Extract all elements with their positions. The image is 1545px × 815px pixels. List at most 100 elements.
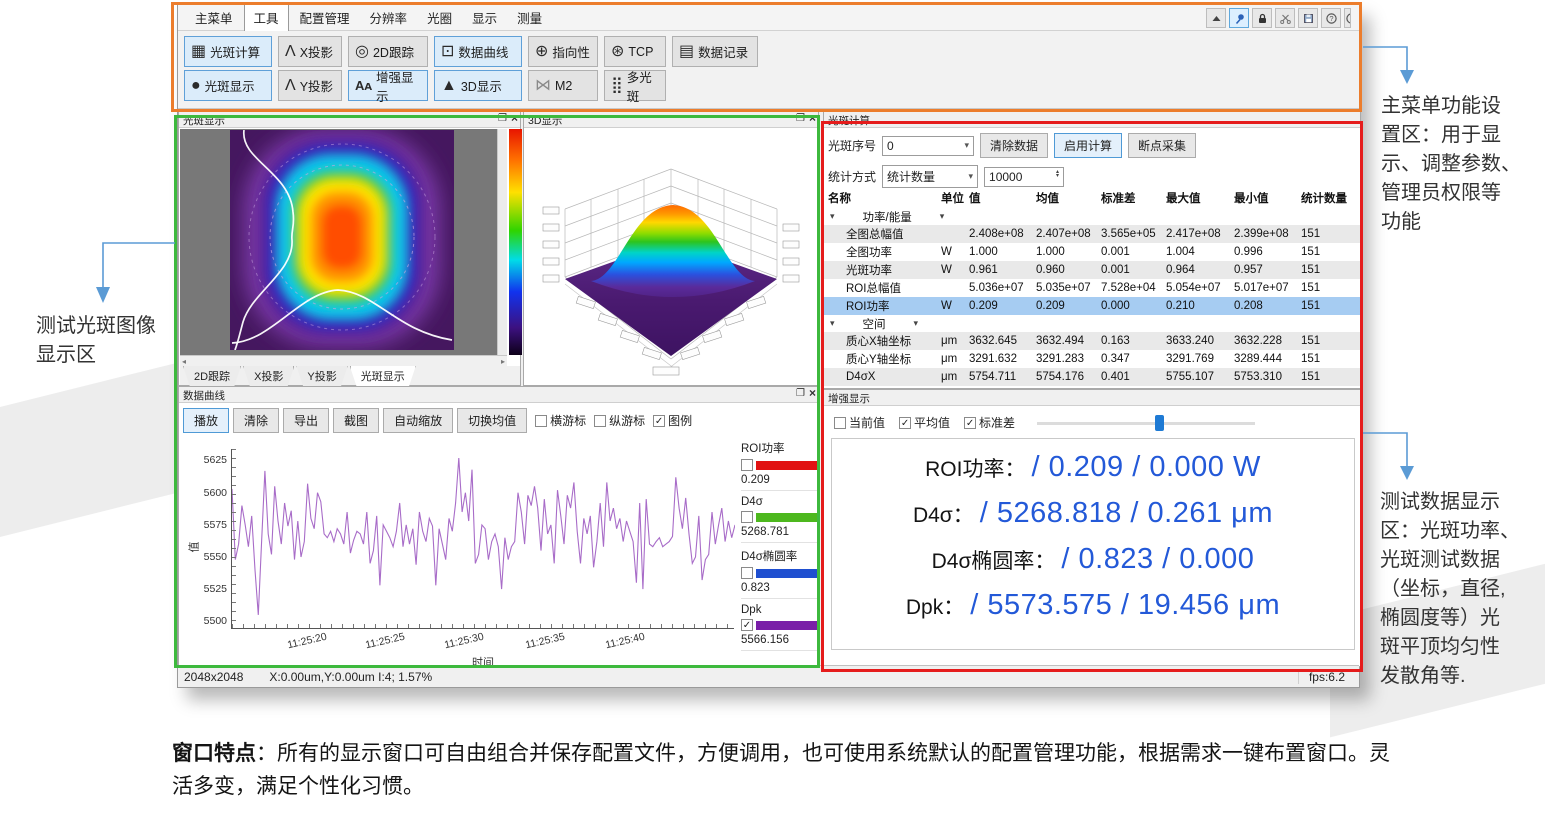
std-dev-checkbox[interactable]: 标准差 bbox=[964, 414, 1015, 431]
legend-color-bar bbox=[756, 513, 817, 522]
slider-handle[interactable] bbox=[1155, 415, 1164, 431]
toolbar-button-spot-calc[interactable]: ▦光斑计算 bbox=[184, 36, 272, 67]
export-button[interactable]: 导出 bbox=[283, 408, 329, 433]
toolbar-button-2d-track[interactable]: ◎2D跟踪 bbox=[348, 36, 428, 67]
menu-tools[interactable]: 工具 bbox=[244, 3, 289, 32]
horizontal-scrollbar[interactable]: ◂▸ bbox=[180, 355, 507, 366]
v-cursor-checkbox[interactable]: 纵游标 bbox=[594, 412, 645, 429]
enhanced-options: 当前值 平均值 标准差 bbox=[830, 414, 1255, 431]
checkbox-icon[interactable] bbox=[741, 619, 753, 631]
close-icon[interactable]: × bbox=[809, 113, 816, 125]
enable-calc-button[interactable]: 启用计算 bbox=[1054, 133, 1122, 158]
table-group-row[interactable]: ▾功率/能量▾ bbox=[824, 208, 1361, 225]
toolbar-button-x-projection[interactable]: ΛX投影 bbox=[278, 36, 342, 67]
toolbar-button-m2[interactable]: ⋈M2 bbox=[528, 70, 598, 101]
vertical-scrollbar[interactable] bbox=[497, 129, 507, 355]
seq-select[interactable]: 0▾ bbox=[882, 136, 974, 156]
table-row[interactable]: 光斑功率W0.9610.9600.0010.9640.957151 bbox=[824, 261, 1361, 279]
table-group-row[interactable]: ▾空间▾ bbox=[824, 315, 1361, 332]
stat-count-spinner[interactable]: 10000▴▾ bbox=[984, 167, 1064, 187]
menu-resolution[interactable]: 分辨率 bbox=[361, 4, 417, 31]
auto-zoom-button[interactable]: 自动缩放 bbox=[383, 408, 453, 433]
tab-x-projection[interactable]: X投影 bbox=[243, 366, 294, 387]
data-curve-icon: ⊡ bbox=[441, 44, 454, 60]
save-icon[interactable] bbox=[1298, 8, 1318, 28]
menu-display[interactable]: 显示 bbox=[463, 4, 506, 31]
toolbar-button-spot-display[interactable]: ●光斑显示 bbox=[184, 70, 272, 101]
fps-text: fps:6.2 bbox=[1298, 670, 1345, 684]
tab-y-projection[interactable]: Y投影 bbox=[296, 366, 347, 387]
data-curve-panel: 数据曲线 ❐× 播放 清除 导出 截图 自动缩放 切换均值 横游标 纵游标 图例… bbox=[178, 386, 819, 667]
table-row[interactable]: D4σXμm5754.7115754.1760.4015755.1075753.… bbox=[824, 368, 1361, 386]
collapse-icon[interactable] bbox=[1206, 8, 1226, 28]
toggle-mean-button[interactable]: 切换均值 bbox=[457, 408, 527, 433]
tab-spot-display[interactable]: 光斑显示 bbox=[350, 366, 416, 387]
checkbox-icon[interactable] bbox=[741, 459, 753, 471]
legend-checkbox[interactable]: 图例 bbox=[653, 412, 692, 429]
cut-icon[interactable] bbox=[1275, 8, 1295, 28]
menu-measure[interactable]: 测量 bbox=[508, 4, 551, 31]
toolbar-button-enhance-display[interactable]: Aᴀ增强显示 bbox=[348, 70, 428, 101]
toolbar-button-y-projection[interactable]: ΛY投影 bbox=[278, 70, 342, 101]
curve-legend: ROI功率 0.209 D4σ 5268.781 D4σ椭圆率 0.823 Dp… bbox=[741, 435, 817, 651]
float-icon[interactable]: ❐ bbox=[796, 388, 805, 400]
toolbar: ▦光斑计算 ΛX投影 ◎2D跟踪 ⊡数据曲线 ⊕指向性 ⊛TCP ▤数据记录 ●… bbox=[178, 31, 1359, 109]
toolbar-button-data-record[interactable]: ▤数据记录 bbox=[672, 36, 758, 67]
chevron-down-icon: ▾ bbox=[968, 171, 973, 182]
checkbox-icon[interactable] bbox=[964, 417, 976, 429]
breakpoint-capture-button[interactable]: 断点采集 bbox=[1128, 133, 1196, 158]
table-row[interactable]: 全图总幅值2.408e+082.407e+083.565e+052.417e+0… bbox=[824, 225, 1361, 243]
3d-plot-area[interactable] bbox=[525, 129, 818, 385]
menu-main[interactable]: 主菜单 bbox=[186, 4, 242, 31]
legend-d4sigma: D4σ 5268.781 bbox=[741, 491, 817, 543]
close-icon[interactable]: × bbox=[809, 388, 816, 400]
mean-value-checkbox[interactable]: 平均值 bbox=[899, 414, 950, 431]
checkbox-icon[interactable] bbox=[653, 415, 665, 427]
current-value-checkbox[interactable]: 当前值 bbox=[834, 414, 885, 431]
toolbar-button-multi-spot[interactable]: ⣿多光斑 bbox=[604, 70, 666, 101]
checkbox-icon[interactable] bbox=[741, 567, 753, 579]
beam-display-panel: 光斑显示 ❐ × bbox=[178, 111, 521, 386]
beam-image bbox=[230, 130, 454, 350]
snapshot-button[interactable]: 截图 bbox=[333, 408, 379, 433]
toolbar-button-data-curve[interactable]: ⊡数据曲线 bbox=[434, 36, 522, 67]
checkbox-icon[interactable] bbox=[834, 417, 846, 429]
curve-plot[interactable]: 5625 5600 5575 5550 5525 5500 11:25:20 1… bbox=[231, 449, 734, 629]
watermark-shape bbox=[0, 362, 180, 552]
checkbox-icon[interactable] bbox=[741, 511, 753, 523]
menu-aperture[interactable]: 光圈 bbox=[418, 4, 461, 31]
menu-config[interactable]: 配置管理 bbox=[291, 4, 359, 31]
status-bar: 2048x2048 X:0.00um,Y:0.00um I:4; 1.57% f… bbox=[178, 665, 1359, 687]
checkbox-icon[interactable] bbox=[594, 415, 606, 427]
pin-icon[interactable] bbox=[1229, 8, 1249, 28]
toolbar-button-pointing[interactable]: ⊕指向性 bbox=[528, 36, 598, 67]
help-icon[interactable]: ? bbox=[1321, 8, 1341, 28]
play-button[interactable]: 播放 bbox=[183, 408, 229, 433]
enhanced-values-box: ROI功率： / 0.209 / 0.000 W D4σ： / 5268.818… bbox=[831, 438, 1355, 650]
beam-image-area[interactable] bbox=[180, 129, 507, 355]
stat-mode-select[interactable]: 统计数量▾ bbox=[882, 165, 978, 188]
legend-ellipticity: D4σ椭圆率 0.823 bbox=[741, 543, 817, 599]
table-row[interactable]: 全图功率W1.0001.0000.0011.0040.996151 bbox=[824, 243, 1361, 261]
calc-table: 名称单位值均值标准差最大值最小值统计数量 ▾功率/能量▾ 全图总幅值2.408e… bbox=[824, 188, 1361, 386]
float-icon[interactable]: ❐ bbox=[796, 113, 805, 125]
clear-button[interactable]: 清除 bbox=[233, 408, 279, 433]
float-icon[interactable]: ❐ bbox=[498, 113, 507, 125]
toolbar-button-3d-display[interactable]: ▲3D显示 bbox=[434, 70, 522, 101]
info-icon[interactable] bbox=[1344, 8, 1351, 28]
table-row[interactable]: ROI总幅值5.036e+075.035e+077.528e+045.054e+… bbox=[824, 279, 1361, 297]
clear-data-button[interactable]: 清除数据 bbox=[980, 133, 1048, 158]
checkbox-icon[interactable] bbox=[535, 415, 547, 427]
3d-display-panel: 3D显示 ❐× bbox=[523, 111, 819, 386]
table-row[interactable]: 质心X轴坐标μm3632.6453632.4940.1633633.240363… bbox=[824, 332, 1361, 350]
toolbar-button-tcp[interactable]: ⊛TCP bbox=[604, 36, 666, 67]
h-cursor-checkbox[interactable]: 横游标 bbox=[535, 412, 586, 429]
checkbox-icon[interactable] bbox=[899, 417, 911, 429]
lock-icon[interactable] bbox=[1252, 8, 1272, 28]
close-icon[interactable]: × bbox=[511, 113, 518, 125]
table-row[interactable]: 质心Y轴坐标μm3291.6323291.2830.3473291.769328… bbox=[824, 350, 1361, 368]
x-tick: 11:25:40 bbox=[604, 631, 646, 652]
font-size-slider[interactable] bbox=[1037, 415, 1255, 431]
y-tick: 5600 bbox=[204, 487, 227, 499]
table-row-selected[interactable]: ROI功率W0.2090.2090.0000.2100.208151 bbox=[824, 297, 1361, 315]
